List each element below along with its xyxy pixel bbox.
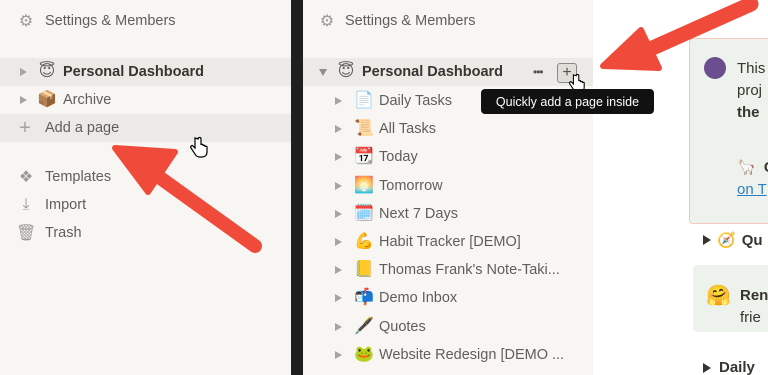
callout-link[interactable]: on T — [737, 181, 767, 198]
sidebar-child-item[interactable]: 🌅 Tomorrow — [303, 172, 593, 200]
expand-triangle-icon[interactable] — [335, 125, 342, 134]
sidebar-child-item[interactable]: 📆 Today — [303, 143, 593, 171]
sidebar-child-item[interactable]: 📬 Demo Inbox — [303, 284, 593, 312]
expand-triangle-icon[interactable] — [335, 322, 342, 331]
sidebar-item-label: Thomas Frank's Note-Taki... — [379, 262, 560, 279]
callout-subline: 🦙 C — [737, 157, 768, 179]
expand-triangle-icon[interactable] — [335, 238, 342, 246]
expand-triangle-icon[interactable] — [335, 153, 342, 162]
sidebar-item-label: Today — [379, 149, 418, 166]
expand-triangle-icon[interactable] — [335, 209, 342, 218]
page-emoji-icon: 📆 — [354, 148, 374, 166]
sidebar-item-label: Website Redesign [DEMO ... — [379, 346, 565, 363]
sidebar-child-item[interactable]: 🖋️ Quotes — [303, 313, 593, 341]
page-emoji-icon: 😇 — [337, 63, 355, 80]
sidebar-item-label: Personal Dashboard — [362, 64, 504, 80]
expand-triangle-icon[interactable] — [335, 350, 342, 359]
more-options-icon[interactable]: ••• — [533, 65, 544, 79]
red-arrow-annotation — [112, 145, 262, 253]
llama-icon: 🦙 — [737, 159, 756, 176]
callout-line: the — [737, 104, 760, 121]
sidebar-child-item[interactable]: 🗓️ Next 7 Days — [303, 200, 593, 228]
left-sidebar: ⚙ Settings & Members 😇 Personal Dashboar… — [0, 0, 291, 375]
expand-triangle-icon[interactable] — [335, 97, 342, 105]
expand-triangle-icon[interactable] — [335, 266, 342, 275]
page-emoji-icon: 📒 — [354, 261, 374, 279]
callout-line: frie — [740, 309, 761, 326]
toggle-block[interactable]: Daily — [703, 359, 755, 375]
callout-text: Ren frie — [740, 285, 768, 329]
red-arrow-annotation — [600, 0, 759, 71]
callout-bold-text: C — [764, 159, 768, 176]
panel-divider — [291, 0, 303, 375]
settings-members-item[interactable]: ⚙ Settings & Members — [317, 7, 476, 35]
sidebar-item-personal-dashboard[interactable]: 😇 Personal Dashboard ••• + — [303, 58, 593, 86]
settings-members-label: Settings & Members — [345, 13, 476, 29]
page-emoji-icon: 💪 — [354, 233, 374, 250]
callout-line: Ren — [740, 287, 768, 304]
toggle-label: Qu — [741, 231, 763, 249]
sidebar-item-label: Next 7 Days — [379, 205, 458, 222]
sidebar-item-label: Daily Tasks — [379, 93, 453, 109]
callout-block: 🤗 Ren frie — [693, 265, 768, 332]
hugging-face-icon: 🤗 — [706, 285, 731, 307]
sidebar-item-label: Quotes — [379, 318, 426, 335]
collapse-triangle-icon[interactable] — [319, 68, 327, 76]
sidebar-item-label: All Tasks — [379, 121, 436, 138]
sidebar-child-item[interactable]: 💪 Habit Tracker [DEMO] — [303, 228, 593, 256]
sidebar-child-item[interactable]: 🐸 Website Redesign [DEMO ... — [303, 341, 593, 369]
page-emoji-icon: 📜 — [354, 120, 374, 138]
toggle-label: Daily — [719, 359, 755, 375]
expand-triangle-icon[interactable] — [335, 181, 342, 190]
page-emoji-icon: 🗓️ — [354, 204, 374, 222]
sidebar-item-label: Demo Inbox — [379, 290, 458, 307]
sidebar-item-label: Tomorrow — [379, 177, 443, 194]
sidebar-item-label: Habit Tracker [DEMO] — [379, 234, 521, 250]
page-emoji-icon: 📬 — [354, 289, 374, 307]
expand-triangle-icon[interactable] — [335, 294, 342, 303]
gear-icon: ⚙ — [319, 13, 335, 30]
toggle-triangle-icon[interactable] — [703, 362, 711, 373]
page-emoji-icon: 🐸 — [354, 345, 374, 363]
page-emoji-icon: 🖋️ — [354, 317, 374, 335]
compass-icon: 🧭 — [717, 232, 736, 249]
toggle-block[interactable]: 🧭 Qu — [703, 231, 763, 249]
middle-sidebar: ⚙ Settings & Members 😇 Personal Dashboar… — [303, 0, 593, 375]
page-emoji-icon: 🌅 — [354, 176, 374, 194]
sidebar-child-item[interactable]: 📜 All Tasks — [303, 115, 593, 143]
sidebar-child-item[interactable]: 📒 Thomas Frank's Note-Taki... — [303, 256, 593, 284]
toggle-triangle-icon[interactable] — [703, 235, 711, 245]
page-emoji-icon: 📄 — [354, 92, 374, 109]
